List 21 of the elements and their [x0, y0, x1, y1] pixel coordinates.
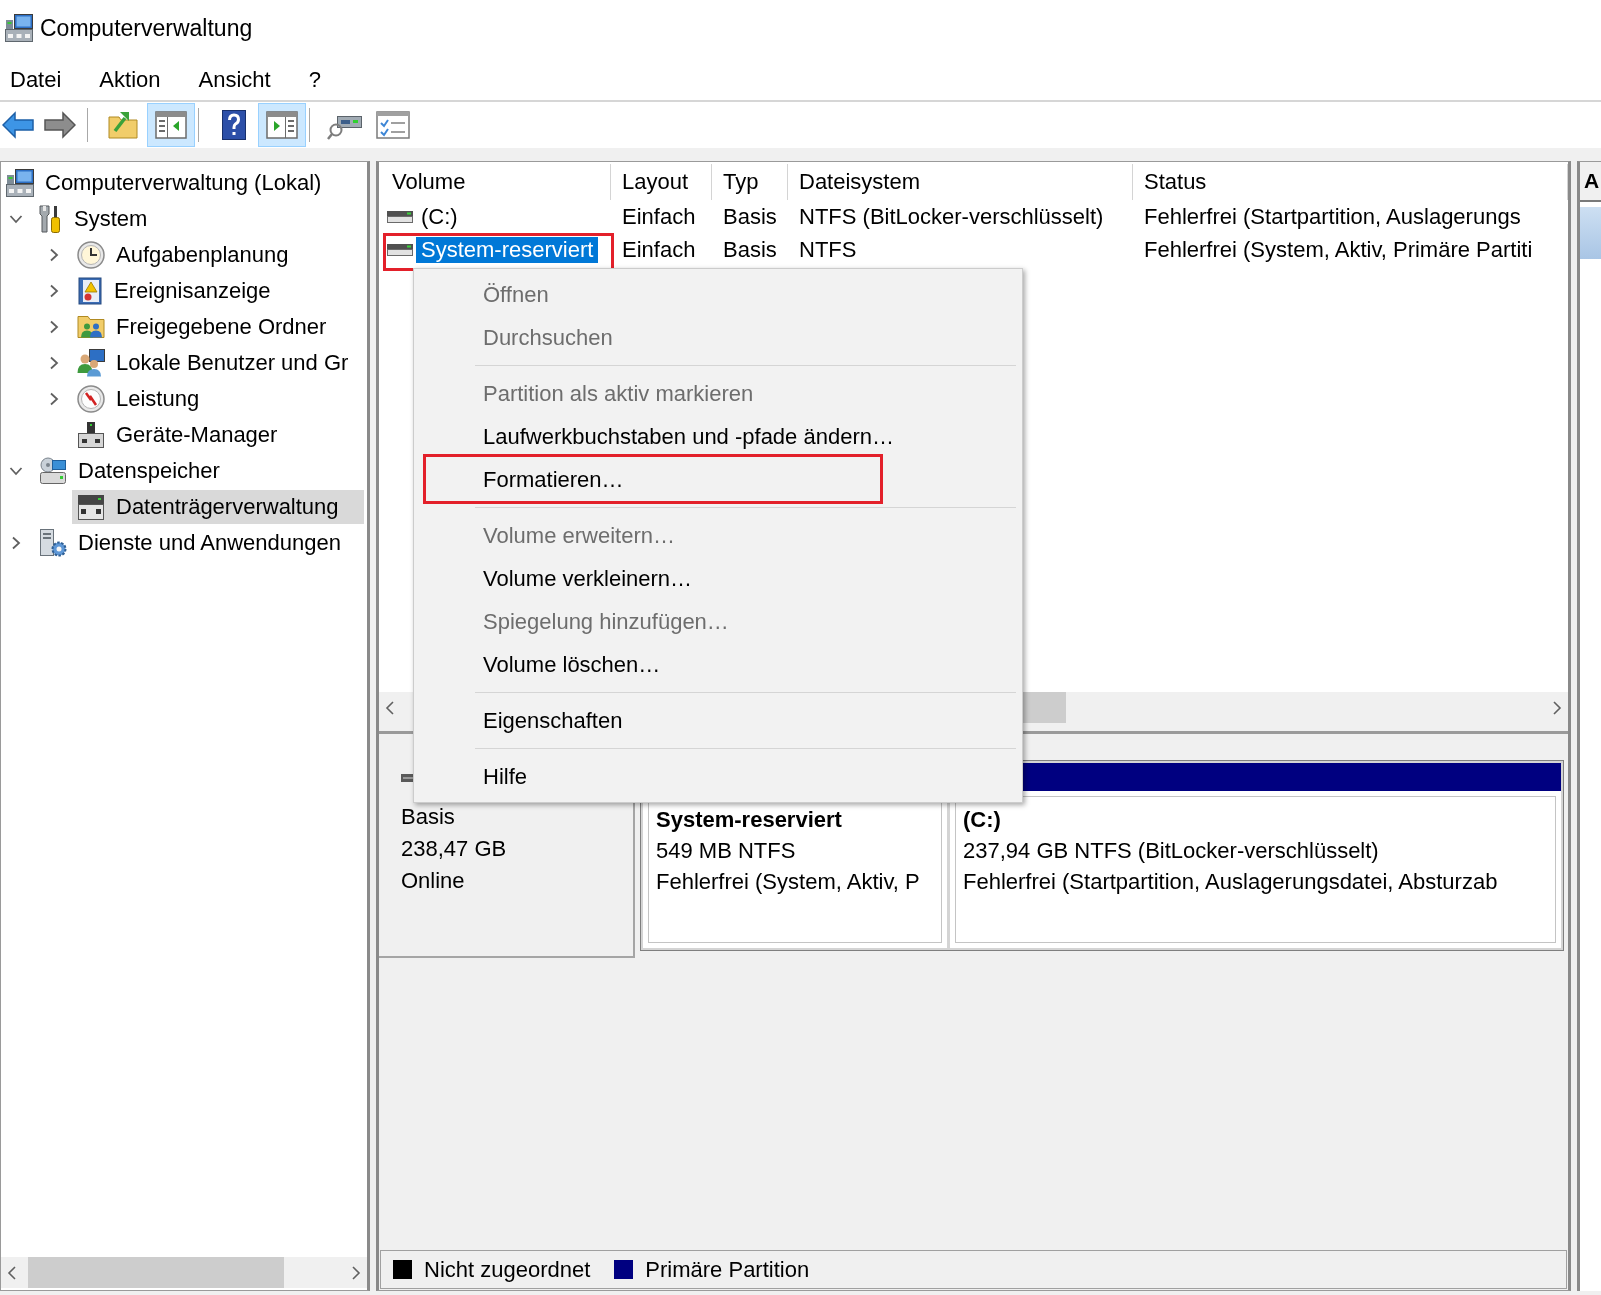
partition-size: 237,94 GB NTFS (BitLocker-verschlüsselt): [963, 837, 1380, 865]
table-cell-text: Fehlerfrei (Startpartition, Auslagerungs: [1143, 202, 1522, 231]
disk-info-text: 238,47 GB: [401, 835, 508, 863]
partition-size: 549 MB NTFS: [656, 837, 797, 865]
legend-label: Nicht zugeordnet: [424, 1256, 591, 1283]
table-cell-text: Basis: [722, 202, 778, 231]
table-cell-text: Einfach: [621, 235, 697, 264]
table-cell-text: Einfach: [621, 202, 697, 231]
table-cell-text: NTFS: [798, 235, 858, 264]
disk-info-text: Online: [401, 867, 466, 895]
actions-title: A: [1584, 169, 1600, 193]
legend-label: Primäre Partition: [645, 1256, 810, 1283]
partition-name: System-reserviert: [656, 806, 843, 834]
table-cell-text: NTFS (BitLocker-verschlüsselt): [798, 202, 1105, 231]
partition-status: Fehlerfrei (System, Aktiv, P: [656, 868, 921, 896]
table-cell-text: Fehlerfrei (System, Aktiv, Primäre Partiti: [1143, 235, 1534, 264]
window-title: Computerverwaltung: [40, 14, 253, 42]
table-cell-text: Basis: [722, 235, 778, 264]
disk-info-text: Basis: [401, 803, 456, 831]
partition-status: Fehlerfrei (Startpartition, Auslagerungsdatei, Absturzab: [963, 868, 1499, 896]
partition-name: (C:): [963, 806, 1002, 834]
